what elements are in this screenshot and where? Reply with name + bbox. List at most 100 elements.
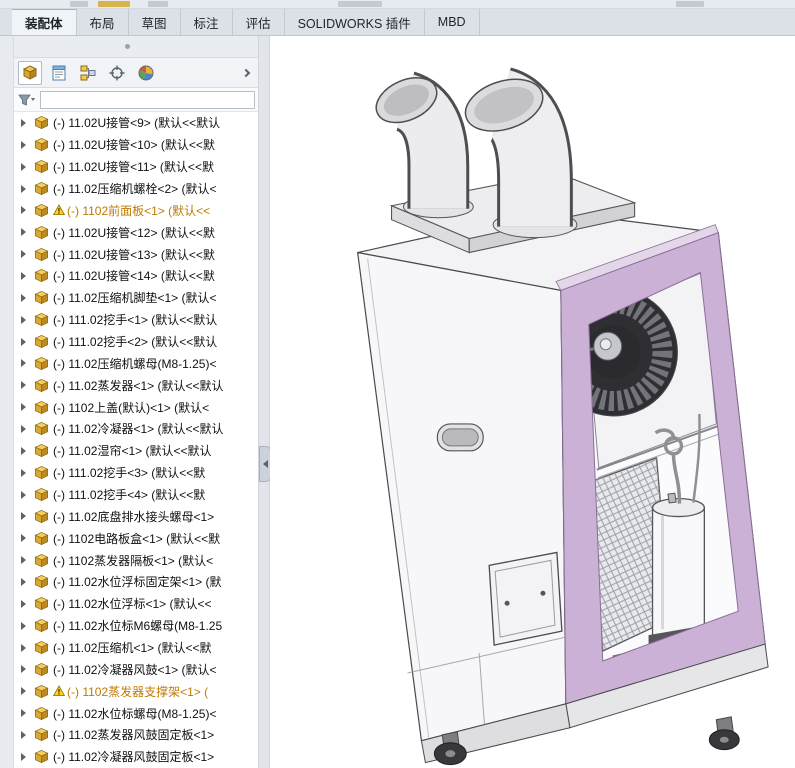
ribbon-tab[interactable]: 布局 (77, 9, 129, 35)
tree-item-label: (-) 11.02水位标M6螺母(M8-1.25 (53, 617, 222, 634)
tree-item[interactable]: (-) 11.02水位标M6螺母(M8-1.25 (14, 615, 244, 637)
tree-item[interactable]: (-) 111.02挖手<1> (默认<<默认 (14, 309, 244, 331)
featuremanager-tree-tab[interactable] (18, 61, 42, 85)
expand-arrow-icon[interactable] (21, 425, 26, 433)
caster-wheel-right[interactable] (709, 717, 739, 750)
expand-arrow-icon[interactable] (21, 469, 26, 477)
tree-item[interactable]: (-) 11.02U接管<13> (默认<<默 (14, 243, 244, 265)
tree-item[interactable]: (-) 11.02蒸发器<1> (默认<<默认 (14, 374, 244, 396)
tree-item[interactable]: (-) 11.02压缩机<1> (默认<<默 (14, 637, 244, 659)
filter-input[interactable] (40, 91, 255, 109)
panel-splitter[interactable] (258, 36, 270, 768)
expand-arrow-icon[interactable] (21, 731, 26, 739)
front-access-door[interactable] (489, 552, 562, 645)
tree-item[interactable]: (-) 11.02U接管<12> (默认<<默 (14, 221, 244, 243)
tree-item[interactable]: (-) 11.02压缩机脚垫<1> (默认< (14, 287, 244, 309)
expand-arrow-icon[interactable] (21, 141, 26, 149)
expand-arrow-icon[interactable] (21, 665, 26, 673)
tree-item-label: (-) 11.02压缩机脚垫<1> (默认< (53, 289, 217, 306)
filter-funnel-icon[interactable] (17, 93, 37, 107)
tree-item-label: (-) 1102电路板盒<1> (默认<<默 (53, 530, 220, 547)
tree-item[interactable]: (-) 11.02U接管<14> (默认<<默 (14, 265, 244, 287)
tree-item[interactable]: (-) 11.02U接管<10> (默认<<默 (14, 134, 244, 156)
tree-item[interactable]: (-) 11.02底盘排水接头螺母<1> (14, 505, 244, 527)
expand-arrow-icon[interactable] (21, 206, 26, 214)
displaymanager-icon (137, 64, 155, 82)
tree-item[interactable]: (-) 11.02压缩机螺栓<2> (默认< (14, 178, 244, 200)
expand-arrow-icon[interactable] (21, 447, 26, 455)
expand-arrow-icon[interactable] (21, 578, 26, 586)
expand-arrow-icon[interactable] (21, 294, 26, 302)
expand-arrow-icon[interactable] (21, 250, 26, 258)
expand-arrow-icon[interactable] (21, 338, 26, 346)
part-icon (34, 356, 49, 371)
menubar-fragment (98, 1, 130, 7)
ribbon-tab[interactable]: 装配体 (12, 9, 77, 35)
cabinet-front-panel[interactable] (358, 253, 566, 741)
expand-arrow-icon[interactable] (21, 556, 26, 564)
tree-item-label: (-) 11.02水位标螺母(M8-1.25)< (53, 705, 216, 722)
ribbon-tab[interactable]: 评估 (233, 9, 285, 35)
compressor-cylinder[interactable] (653, 499, 705, 644)
tree-item[interactable]: (-) 11.02冷凝器<1> (默认<<默认 (14, 418, 244, 440)
tree-item[interactable]: (-) 111.02挖手<3> (默认<<默 (14, 462, 244, 484)
tree-item-label: (-) 111.02挖手<1> (默认<<默认 (53, 311, 217, 328)
tree-item[interactable]: (-) 11.02冷凝器风鼓<1> (默认< (14, 658, 244, 680)
displaymanager-tab[interactable] (134, 61, 158, 85)
tree-item[interactable]: (-) 11.02水位浮标<1> (默认<< (14, 593, 244, 615)
part-icon (34, 684, 49, 699)
tree-item[interactable]: (-) 11.02压缩机螺母(M8-1.25)< (14, 352, 244, 374)
tree-item-label: (-) 11.02压缩机<1> (默认<<默 (53, 639, 212, 656)
tree-item[interactable]: (-) 1102前面板<1> (默认<< (14, 199, 244, 221)
panel-splitter-grip[interactable] (125, 44, 130, 49)
propertymanager-tab[interactable] (47, 61, 71, 85)
expand-arrow-icon[interactable] (21, 709, 26, 717)
tree-item[interactable]: (-) 111.02挖手<4> (默认<<默 (14, 484, 244, 506)
ribbon-tab[interactable]: MBD (425, 9, 480, 35)
expand-arrow-icon[interactable] (21, 534, 26, 542)
tree-item[interactable]: (-) 11.02U接管<11> (默认<<默 (14, 156, 244, 178)
tree-item[interactable]: (-) 11.02冷凝器风鼓固定板<1> (14, 746, 244, 768)
ribbon-tab[interactable]: 标注 (181, 9, 233, 35)
tree-item[interactable]: (-) 11.02蒸发器风鼓固定板<1> (14, 724, 244, 746)
expand-arrow-icon[interactable] (21, 316, 26, 324)
expand-arrow-icon[interactable] (21, 163, 26, 171)
expand-arrow-icon[interactable] (21, 622, 26, 630)
expand-arrow-icon[interactable] (21, 185, 26, 193)
panel-expand-button[interactable] (238, 63, 254, 83)
expand-arrow-icon[interactable] (21, 381, 26, 389)
expand-arrow-icon[interactable] (21, 687, 26, 695)
expand-arrow-icon[interactable] (21, 644, 26, 652)
expand-arrow-icon[interactable] (21, 228, 26, 236)
tree-item-label: (-) 1102前面板<1> (默认<< (67, 202, 210, 219)
assembly-model[interactable] (270, 36, 795, 768)
tree-item[interactable]: (-) 111.02挖手<2> (默认<<默认 (14, 331, 244, 353)
expand-arrow-icon[interactable] (21, 600, 26, 608)
expand-arrow-icon[interactable] (21, 359, 26, 367)
tree-item[interactable]: (-) 1102电路板盒<1> (默认<<默 (14, 527, 244, 549)
tree-item[interactable]: (-) 11.02水位标螺母(M8-1.25)< (14, 702, 244, 724)
tree-item[interactable]: (-) 11.02水位浮标固定架<1> (默 (14, 571, 244, 593)
ribbon-tab[interactable]: 草图 (129, 9, 181, 35)
duct-elbow-left[interactable] (369, 69, 473, 218)
tree-item-label: (-) 11.02U接管<13> (默认<<默 (53, 246, 215, 263)
dimxpertmanager-tab[interactable] (105, 61, 129, 85)
expand-arrow-icon[interactable] (21, 512, 26, 520)
part-icon (34, 706, 49, 721)
expand-arrow-icon[interactable] (21, 491, 26, 499)
front-handle-recess[interactable] (437, 424, 483, 451)
expand-arrow-icon[interactable] (21, 272, 26, 280)
tree-item[interactable]: (-) 11.02U接管<9> (默认<<默认 (14, 112, 244, 134)
tree-item[interactable]: (-) 1102上盖(默认)<1> (默认< (14, 396, 244, 418)
graphics-area[interactable] (270, 36, 795, 768)
tree-item[interactable]: (-) 1102蒸发器隔板<1> (默认< (14, 549, 244, 571)
ribbon-tab-label: 装配体 (25, 13, 63, 32)
tree-item[interactable]: (-) 11.02湿帘<1> (默认<<默认 (14, 440, 244, 462)
expand-arrow-icon[interactable] (21, 753, 26, 761)
expand-arrow-icon[interactable] (21, 403, 26, 411)
ribbon-tab[interactable]: SOLIDWORKS 插件 (285, 9, 425, 35)
tree-item[interactable]: (-) 1102蒸发器支撑架<1> ( (14, 680, 244, 702)
configurationmanager-tab[interactable] (76, 61, 100, 85)
expand-arrow-icon[interactable] (21, 119, 26, 127)
fan-hub-cap (600, 339, 611, 350)
